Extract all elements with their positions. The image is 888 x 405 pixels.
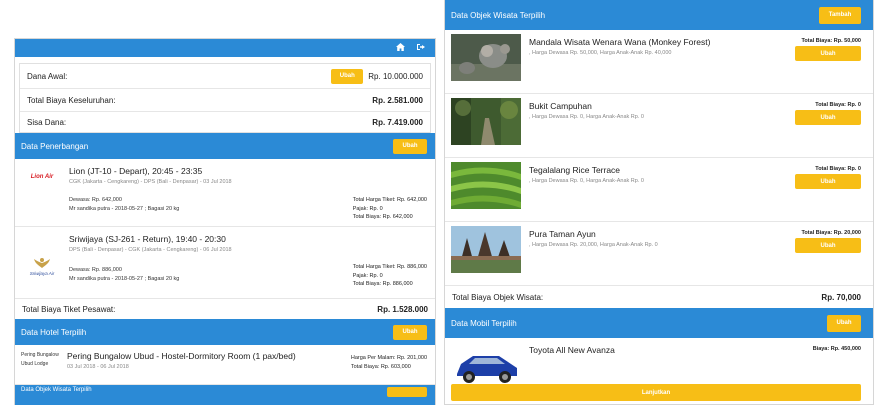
flight-pajak: Pajak: Rp. 0 [352,272,383,279]
budget-summary: Dana Awal: Ubah Rp. 10.000.000 Total Bia… [19,63,431,133]
total-wisata-value: Rp. 70,000 [821,292,861,302]
edit-wisata-button[interactable]: Ubah [795,238,861,253]
monkey-forest-thumbnail [451,34,521,81]
edit-hotel-button[interactable]: Ubah [393,324,427,340]
mobil-item: Toyota All New Avanza Biaya: Rp. 450,000 [445,338,873,390]
mobil-header: Data Mobil Terpilih Ubah [445,308,873,338]
total-biaya-label: Total Biaya Keseluruhan: [27,95,116,105]
edit-mobil-button[interactable]: Ubah [827,314,861,332]
flight-total: Total Biaya: Rp. 886,000 [352,281,413,287]
lion-air-logo-text: Lion Air [30,174,54,180]
total-tiket-value: Rp. 1.528.000 [377,304,428,314]
wisata-total: Total Biaya: Rp. 0 [815,166,861,172]
dana-awal-row: Dana Awal: Ubah Rp. 10.000.000 [20,64,430,89]
airline-logo: Lion Air [21,166,63,226]
total-tiket-row: Total Biaya Tiket Pesawat: Rp. 1.528.000 [15,299,435,319]
sriwijaya-logo-text: Sriwijaya Air [29,270,55,276]
hotel-harga-per-malam: Harga Per Malam: Rp. 201,000 [350,355,427,361]
wisata-total: Total Biaya: Rp. 0 [815,102,861,108]
edit-penerbangan-button[interactable]: Ubah [393,138,427,154]
flight-title: Lion (JT-10 - Depart), 20:45 - 23:35 [69,166,203,176]
next-section-title: Data Objek Wisata Terpilih [21,387,92,393]
wisata-item: Mandala Wisata Wenara Wana (Monkey Fores… [445,30,873,94]
sisa-dana-value: Rp. 7.419.000 [372,117,423,127]
flight-total: Total Biaya: Rp. 642,000 [352,214,413,220]
dana-awal-label: Dana Awal: [27,71,68,81]
hotel-header: Data Hotel Terpilih Ubah [15,319,435,345]
total-biaya-row: Total Biaya Keseluruhan: Rp. 2.581.000 [20,89,430,112]
home-icon[interactable] [396,43,405,53]
wisata-item: Bukit Campuhan , Harga Dewasa Rp. 0, Har… [445,94,873,158]
dana-awal-value: Rp. 10.000.000 [368,71,423,81]
penerbangan-header: Data Penerbangan Ubah [15,133,435,159]
flight-harga-tiket: Total Harga Tiket: Rp. 886,000 [352,264,427,270]
wisata-title: Data Objek Wisata Terpilih [451,10,546,20]
penerbangan-title: Data Penerbangan [21,141,89,151]
hotel-thumbnail-text: Pering Bungalow Ubud Lodge [21,352,59,367]
total-wisata-row: Total Biaya Objek Wisata: Rp. 70,000 [445,286,873,308]
wisata-header: Data Objek Wisata Terpilih Tambah [445,0,873,30]
tegalalang-thumbnail [451,162,521,209]
right-panel: Data Objek Wisata Terpilih Tambah Mandal… [444,0,874,405]
flight-harga-tiket: Total Harga Tiket: Rp. 642,000 [352,197,427,203]
edit-wisata-button[interactable]: Ubah [795,110,861,125]
bukit-campuhan-thumbnail [451,98,521,145]
mobil-title: Data Mobil Terpilih [451,318,517,328]
top-nav-bar [15,39,435,57]
sriwijaya-logo-icon [34,257,50,268]
total-tiket-label: Total Biaya Tiket Pesawat: [22,304,116,314]
total-biaya-value: Rp. 2.581.000 [372,95,423,105]
hotel-total: Total Biaya: Rp. 603,000 [350,363,411,370]
hotel-title: Data Hotel Terpilih [21,327,87,337]
sisa-dana-row: Sisa Dana: Rp. 7.419.000 [20,112,430,132]
wisata-item: Pura Taman Ayun , Harga Dewasa Rp. 20,00… [445,222,873,286]
flight-item: Lion Air Lion (JT-10 - Depart), 20:45 - … [15,159,435,227]
add-wisata-button[interactable]: Tambah [819,6,861,24]
flight-item: Sriwijaya Air Sriwijaya (SJ-261 - Return… [15,227,435,299]
wisata-total: Total Biaya: Rp. 20,000 [801,230,861,236]
pura-taman-ayun-thumbnail [451,226,521,273]
sisa-dana-label: Sisa Dana: [27,117,67,127]
mobil-biaya: Biaya: Rp. 450,000 [812,346,861,352]
flight-pajak: Pajak: Rp. 0 [352,205,383,212]
hotel-item: Pering Bungalow Ubud Lodge Pering Bungal… [15,345,435,385]
edit-dana-awal-button[interactable]: Ubah [331,68,364,84]
next-section-button[interactable] [387,387,427,397]
left-panel: Dana Awal: Ubah Rp. 10.000.000 Total Bia… [14,38,436,405]
flight-title: Sriwijaya (SJ-261 - Return), 19:40 - 20:… [69,234,226,244]
edit-wisata-button[interactable]: Ubah [795,174,861,189]
car-thumbnail [451,342,521,389]
wisata-item: Tegalalang Rice Terrace , Harga Dewasa R… [445,158,873,222]
edit-wisata-button[interactable]: Ubah [795,46,861,61]
sign-out-icon[interactable] [417,43,425,53]
airline-logo: Sriwijaya Air [21,234,63,298]
flight-route: CGK (Jakarta - Cengkareng) - DPS (Bali -… [69,179,232,185]
lanjutkan-button[interactable]: Lanjutkan [451,384,861,401]
total-wisata-label: Total Biaya Objek Wisata: [452,292,544,302]
wisata-total: Total Biaya: Rp. 50,000 [801,38,861,44]
hotel-thumbnail: Pering Bungalow Ubud Lodge [21,351,59,384]
flight-route: DPS (Bali - Denpasar) - CGK (Jakarta - C… [69,247,232,253]
next-section-header: Data Objek Wisata Terpilih [15,385,435,405]
